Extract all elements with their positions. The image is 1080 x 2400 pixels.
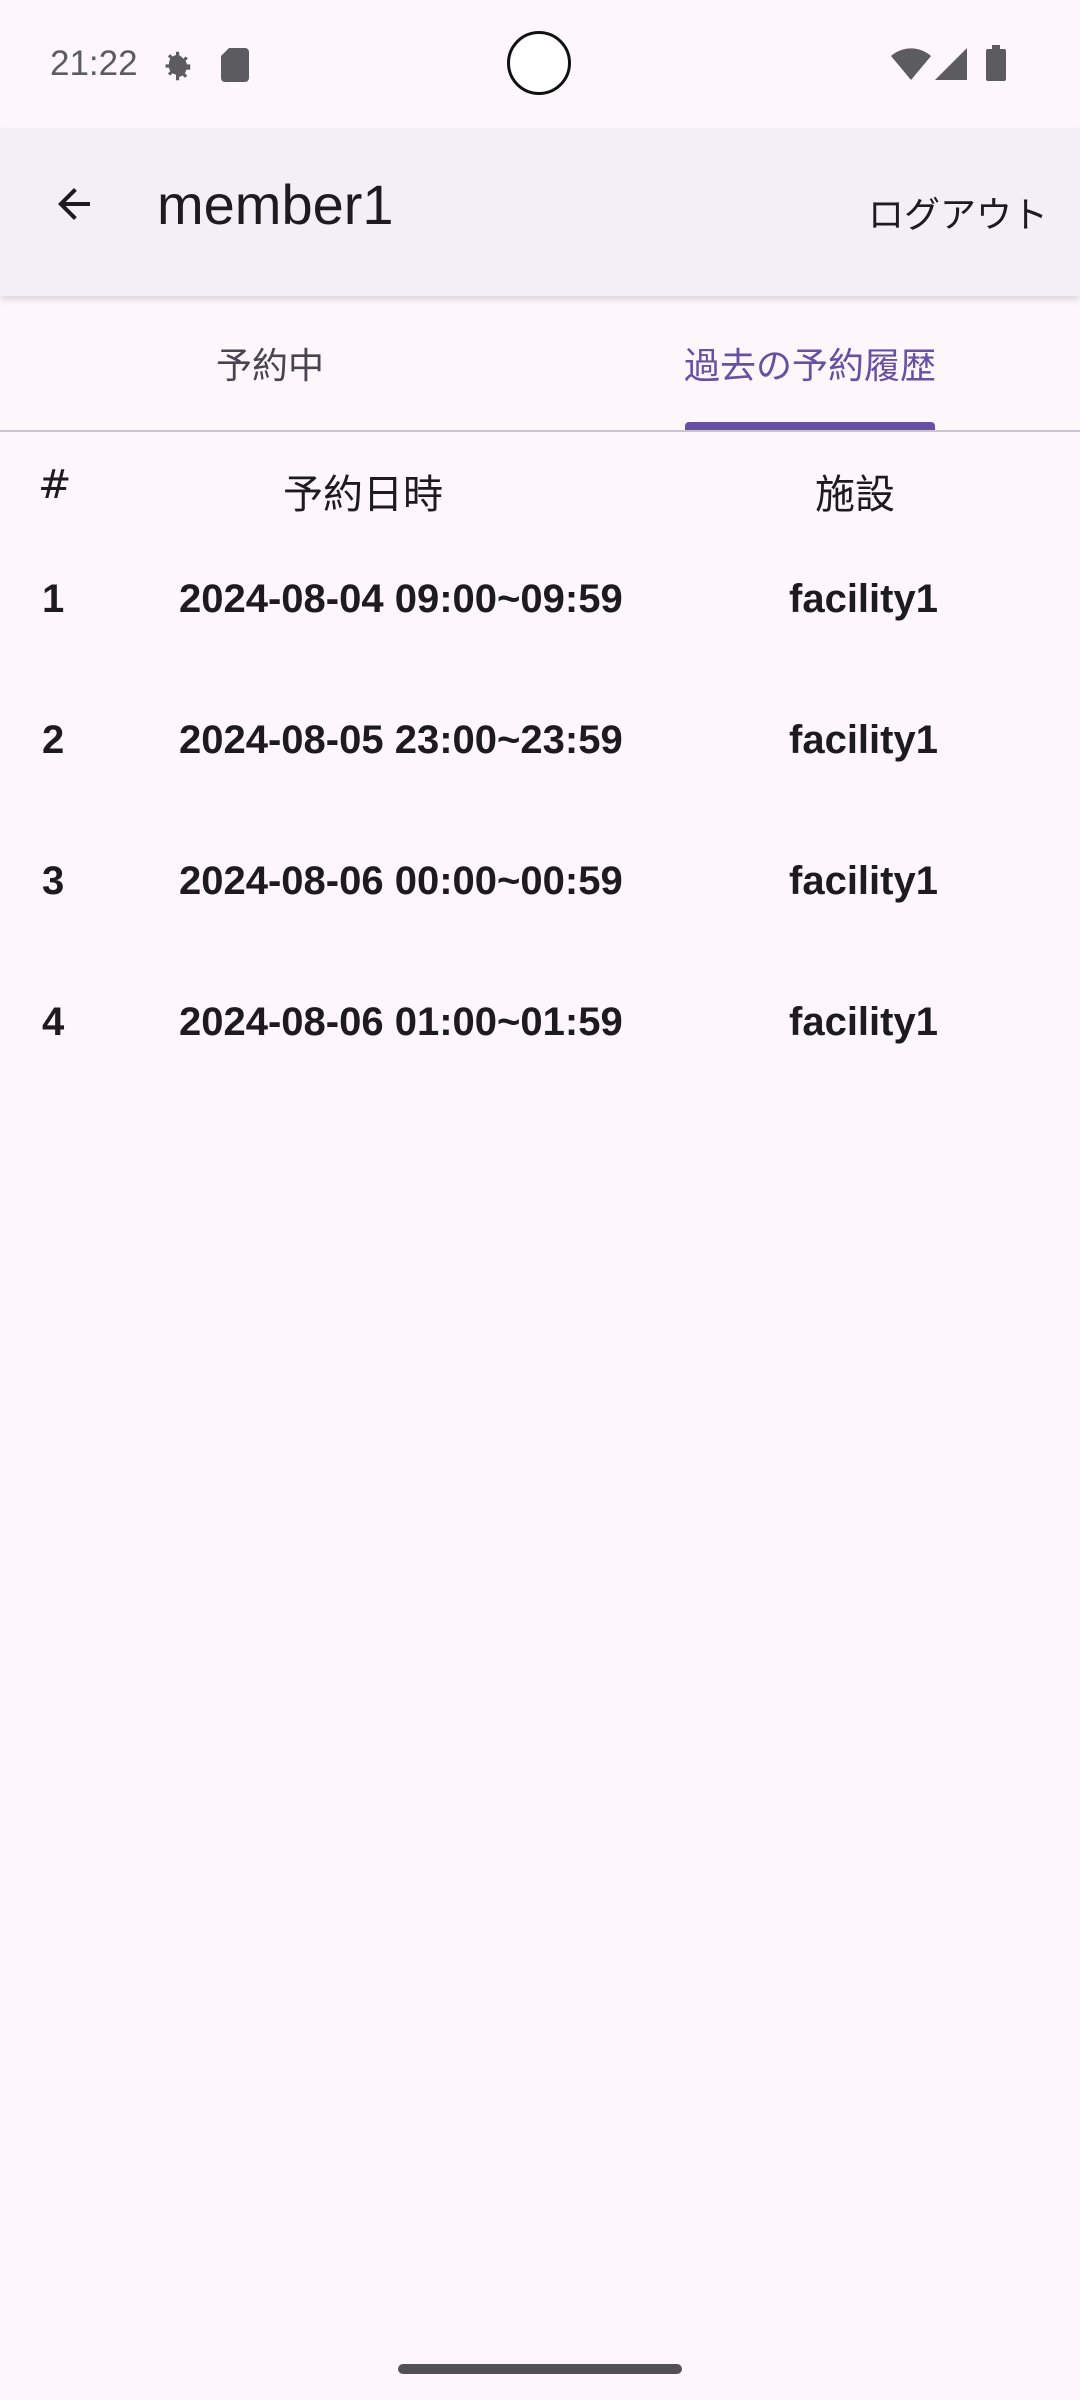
table-row: 4 2024-08-06 01:00~01:59 facility1: [0, 965, 1080, 1106]
camera-cutout: [507, 31, 571, 95]
gesture-navigation-handle[interactable]: [398, 2364, 682, 2374]
page-title: member1: [157, 173, 394, 236]
table-row: 1 2024-08-04 09:00~09:59 facility1: [0, 542, 1080, 683]
row-number: 4: [42, 1000, 65, 1044]
row-datetime: 2024-08-06 01:00~01:59: [179, 1000, 623, 1044]
sd-card-icon: [221, 48, 249, 82]
tab-past-reservation-history[interactable]: 過去の予約履歴: [540, 296, 1080, 430]
row-facility: facility1: [789, 1000, 938, 1044]
row-facility: facility1: [789, 718, 938, 762]
column-header-facility: 施設: [815, 472, 895, 518]
table-row: 3 2024-08-06 00:00~00:59 facility1: [0, 824, 1080, 965]
table-row: 2 2024-08-05 23:00~23:59 facility1: [0, 683, 1080, 824]
gear-icon: [165, 51, 191, 81]
status-bar: 21:22: [0, 0, 1080, 128]
tab-current-reservations[interactable]: 予約中: [0, 296, 540, 430]
tab-bar: 予約中 過去の予約履歴: [0, 296, 1080, 432]
row-number: 1: [42, 577, 65, 621]
column-header-number: #: [38, 462, 72, 508]
row-datetime: 2024-08-05 23:00~23:59: [179, 718, 623, 762]
column-header-datetime: 予約日時: [283, 472, 443, 518]
row-facility: facility1: [789, 859, 938, 903]
battery-icon: [986, 45, 1006, 81]
table-header: # 予約日時 施設: [0, 432, 1080, 542]
row-number: 2: [42, 718, 65, 762]
logout-button[interactable]: ログアウト: [868, 186, 1048, 238]
signal-icon: [935, 48, 967, 80]
app-bar: member1 ログアウト: [0, 128, 1080, 296]
row-datetime: 2024-08-06 00:00~00:59: [179, 859, 623, 903]
row-number: 3: [42, 859, 65, 903]
wifi-icon: [891, 48, 931, 80]
arrow-left-icon: [58, 188, 90, 220]
back-button[interactable]: [38, 168, 110, 240]
reservation-history-table: # 予約日時 施設 1 2024-08-04 09:00~09:59 facil…: [0, 432, 1080, 1106]
row-datetime: 2024-08-04 09:00~09:59: [179, 577, 623, 621]
status-time: 21:22: [50, 44, 138, 83]
row-facility: facility1: [789, 577, 938, 621]
tab-indicator: [685, 422, 935, 430]
